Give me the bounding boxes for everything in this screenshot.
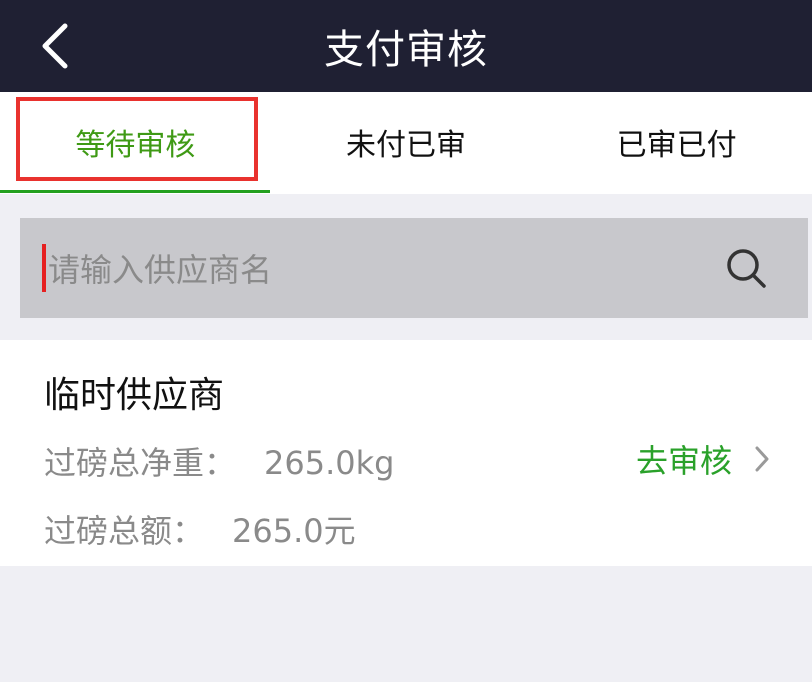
tab-reviewed-paid[interactable]: 已审已付 xyxy=(541,92,812,194)
net-weight-value: 265.0kg xyxy=(264,444,395,482)
supplier-search-input[interactable]: 请输入供应商名 xyxy=(20,218,808,318)
go-review-label: 去审核 xyxy=(635,442,732,480)
net-weight-row: 过磅总净重： 265.0kg xyxy=(44,438,394,484)
text-cursor xyxy=(42,244,46,292)
chevron-right-icon xyxy=(755,446,769,472)
go-review-button[interactable]: 去审核 xyxy=(636,436,770,482)
search-placeholder: 请输入供应商名 xyxy=(48,251,273,289)
active-tab-indicator xyxy=(0,190,270,193)
net-weight-label: 过磅总净重： xyxy=(44,444,237,482)
list-item[interactable]: 临时供应商 过磅总净重： 265.0kg 过磅总额： 265.0元 去审核 xyxy=(0,340,812,566)
supplier-name: 临时供应商 xyxy=(44,375,225,416)
tab-pending-review[interactable]: 等待审核 xyxy=(0,92,271,194)
tab-unpaid-reviewed[interactable]: 未付已审 xyxy=(271,92,542,194)
amount-value: 265.0元 xyxy=(232,512,356,550)
chevron-left-icon xyxy=(42,23,68,69)
tab-bar: 等待审核 未付已审 已审已付 xyxy=(0,92,812,194)
back-button[interactable] xyxy=(28,20,80,72)
page-title: 支付审核 xyxy=(324,27,488,73)
search-section: 请输入供应商名 xyxy=(0,194,812,338)
top-bar: 支付审核 xyxy=(0,0,812,92)
amount-row: 过磅总额： 265.0元 xyxy=(44,506,356,552)
amount-label: 过磅总额： xyxy=(44,512,205,550)
search-icon[interactable] xyxy=(724,246,768,290)
